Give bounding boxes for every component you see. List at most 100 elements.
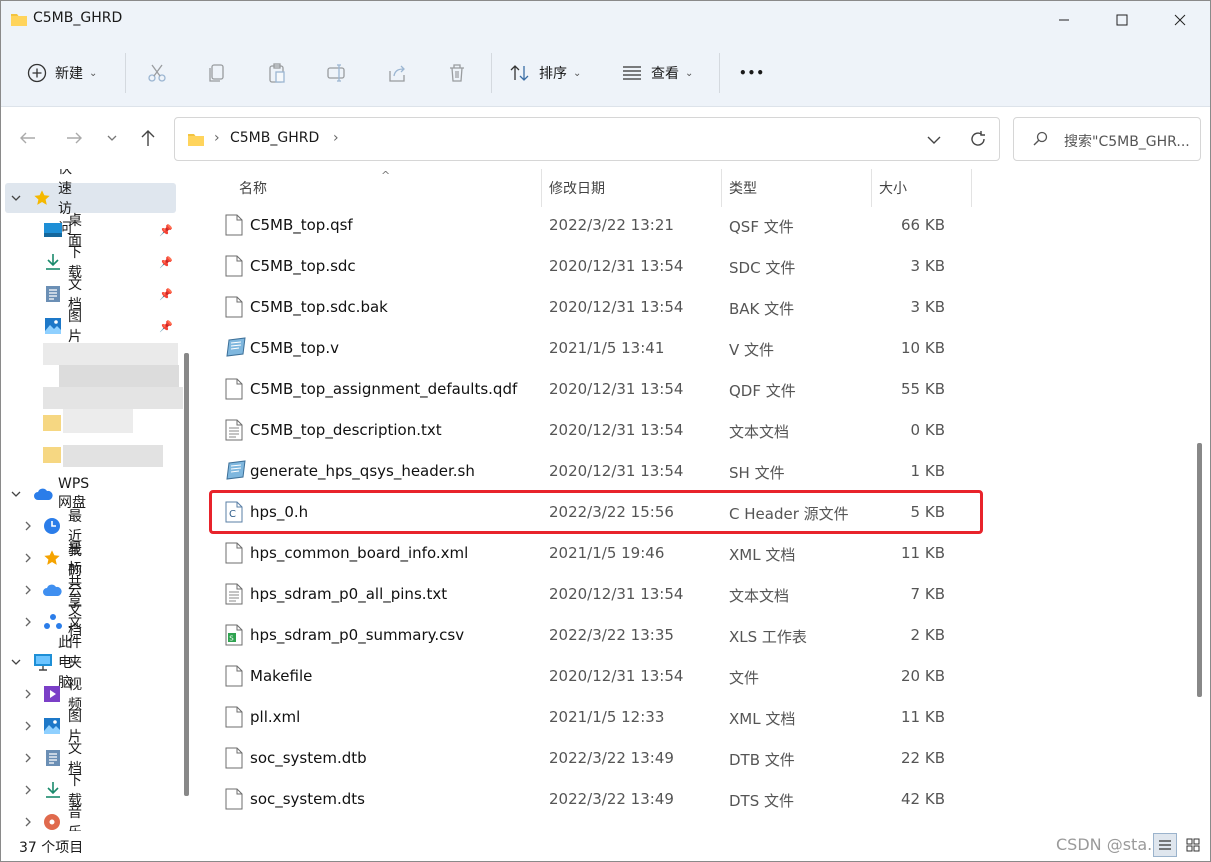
folder-icon bbox=[187, 132, 205, 150]
file-name: C5MB_top.sdc bbox=[250, 257, 356, 275]
refresh-button[interactable] bbox=[969, 130, 987, 152]
column-header-label: 大小 bbox=[879, 181, 907, 197]
rename-button[interactable] bbox=[326, 57, 348, 89]
scissors-icon bbox=[148, 64, 166, 82]
file-row[interactable]: pll.xml 2021/1/5 12:33 XML 文档 11 KB bbox=[197, 697, 977, 738]
document-icon bbox=[46, 750, 60, 766]
file-size: 11 KB bbox=[901, 708, 945, 726]
file-name: generate_hps_qsys_header.sh bbox=[250, 462, 475, 480]
chevron-down-icon bbox=[927, 136, 941, 144]
file-row[interactable]: soc_system.dts 2022/3/22 13:49 DTS 文件 42 KB bbox=[197, 779, 977, 820]
file-name: C5MB_top.v bbox=[250, 339, 339, 357]
window-title: C5MB_GHRD bbox=[33, 10, 123, 26]
search-input[interactable]: 搜索"C5MB_GHR... bbox=[1064, 131, 1190, 151]
file-date: 2020/12/31 13:54 bbox=[549, 462, 684, 480]
chevron-down-icon: ⌄ bbox=[89, 67, 98, 79]
maximize-icon bbox=[1116, 14, 1128, 26]
file-size: 7 KB bbox=[910, 585, 945, 603]
share-button[interactable] bbox=[386, 57, 408, 89]
file-name: C5MB_top_assignment_defaults.qdf bbox=[250, 380, 518, 398]
file-row[interactable]: generate_hps_qsys_header.sh 2020/12/31 13… bbox=[197, 451, 977, 492]
command-bar: 新建 ⌄ 排序 ⌄ 查看 ⌄ ••• bbox=[1, 39, 1210, 107]
file-list-scrollbar[interactable] bbox=[1197, 443, 1202, 697]
column-divider[interactable] bbox=[971, 169, 972, 207]
file-icon bbox=[225, 214, 243, 240]
file-row[interactable]: Shps_sdram_p0_summary.csv 2022/3/22 13:35… bbox=[197, 615, 977, 656]
pin-icon[interactable]: 📌 bbox=[159, 320, 173, 333]
file-row[interactable]: C5MB_top_description.txt 2020/12/31 13:54… bbox=[197, 410, 977, 451]
address-bar[interactable]: › C5MB_GHRD › bbox=[174, 117, 1000, 161]
pin-icon[interactable]: 📌 bbox=[159, 224, 173, 237]
navigation-pane: 快速访问 桌面 📌 下载 📌 文档 📌 图片 📌 WPS网盘 最近 星标 我的云… bbox=[1, 169, 193, 831]
music-icon bbox=[44, 814, 60, 830]
file-row[interactable]: soc_system.dtb 2022/3/22 13:49 DTB 文件 22 KB bbox=[197, 738, 977, 779]
cut-button[interactable] bbox=[146, 57, 168, 89]
recent-locations-button[interactable] bbox=[99, 127, 125, 149]
new-button[interactable]: 新建 ⌄ bbox=[27, 57, 97, 89]
status-bar: 37 个项目 bbox=[1, 831, 1210, 861]
title-bar: C5MB_GHRD bbox=[1, 1, 1210, 39]
file-date: 2021/1/5 13:41 bbox=[549, 339, 665, 357]
address-history-button[interactable] bbox=[927, 133, 941, 149]
sort-button[interactable]: 排序 ⌄ bbox=[509, 57, 581, 89]
breadcrumb-chevron-icon[interactable]: › bbox=[333, 130, 339, 146]
column-divider[interactable] bbox=[871, 169, 872, 207]
file-row[interactable]: C5MB_top_assignment_defaults.qdf 2020/12/… bbox=[197, 369, 977, 410]
file-row[interactable]: C5MB_top.sdc.bak 2020/12/31 13:54 BAK 文件 3 … bbox=[197, 287, 977, 328]
maximize-button[interactable] bbox=[1093, 1, 1151, 39]
copy-icon bbox=[209, 64, 224, 82]
column-header-size[interactable]: 大小 bbox=[879, 169, 907, 207]
desktop-icon bbox=[44, 223, 62, 237]
pin-icon[interactable]: 📌 bbox=[159, 288, 173, 301]
star-icon bbox=[34, 190, 50, 205]
tiles-view-button[interactable] bbox=[1181, 833, 1205, 857]
column-header-date[interactable]: 修改日期 bbox=[549, 169, 605, 207]
chevron-down-icon: ⌄ bbox=[573, 67, 582, 79]
search-box[interactable]: 搜索"C5MB_GHR... bbox=[1013, 117, 1201, 161]
toolbar-divider bbox=[491, 53, 492, 93]
column-divider[interactable] bbox=[541, 169, 542, 207]
paste-button[interactable] bbox=[266, 57, 288, 89]
back-button[interactable] bbox=[15, 127, 41, 149]
toolbar-divider bbox=[125, 53, 126, 93]
download-icon bbox=[46, 254, 60, 270]
pin-icon[interactable]: 📌 bbox=[159, 256, 173, 269]
close-button[interactable] bbox=[1151, 1, 1209, 39]
sidebar-scrollbar[interactable] bbox=[184, 353, 189, 796]
clock-icon bbox=[44, 518, 60, 534]
file-type: QSF 文件 bbox=[729, 218, 794, 236]
file-icon bbox=[225, 747, 243, 773]
file-date: 2020/12/31 13:54 bbox=[549, 667, 684, 685]
chevron-right-icon bbox=[25, 521, 31, 531]
copy-button[interactable] bbox=[206, 57, 228, 89]
file-date: 2022/3/22 13:21 bbox=[549, 216, 674, 234]
column-header-label: 名称 bbox=[239, 181, 267, 197]
chevron-down-icon: ⌄ bbox=[685, 67, 694, 79]
file-row[interactable]: C5MB_top.v 2021/1/5 13:41 V 文件 10 KB bbox=[197, 328, 977, 369]
file-type: 文本文档 bbox=[729, 423, 790, 441]
column-header-name[interactable]: 名称 bbox=[239, 169, 267, 207]
file-row[interactable]: C5MB_top.qsf 2022/3/22 13:21 QSF 文件 66 KB bbox=[197, 205, 977, 246]
chevron-right-icon bbox=[25, 721, 31, 731]
column-divider[interactable] bbox=[721, 169, 722, 207]
breadcrumb-current[interactable]: C5MB_GHRD bbox=[230, 130, 319, 146]
more-button[interactable]: ••• bbox=[739, 57, 765, 89]
file-size: 1 KB bbox=[910, 462, 945, 480]
file-row[interactable]: hps_common_board_info.xml 2021/1/5 19:46 X… bbox=[197, 533, 977, 574]
details-view-button[interactable] bbox=[1153, 833, 1177, 857]
forward-button[interactable] bbox=[61, 127, 87, 149]
file-type: SH 文件 bbox=[729, 464, 785, 482]
file-row[interactable]: Makefile 2020/12/31 13:54 文件 20 KB bbox=[197, 656, 977, 697]
minimize-button[interactable] bbox=[1035, 1, 1093, 39]
close-icon bbox=[1174, 14, 1186, 26]
text-file-icon bbox=[225, 419, 243, 445]
delete-button[interactable] bbox=[446, 57, 468, 89]
file-row[interactable]: hps_sdram_p0_all_pins.txt 2020/12/31 13:5… bbox=[197, 574, 977, 615]
file-row[interactable]: C5MB_top.sdc 2020/12/31 13:54 SDC 文件 3 KB bbox=[197, 246, 977, 287]
view-button[interactable]: 查看 ⌄ bbox=[621, 57, 693, 89]
toolbar-divider bbox=[719, 53, 720, 93]
file-type: DTB 文件 bbox=[729, 751, 795, 769]
up-button[interactable] bbox=[135, 127, 161, 149]
column-header-type[interactable]: 类型 bbox=[729, 169, 757, 207]
file-icon bbox=[225, 255, 243, 281]
